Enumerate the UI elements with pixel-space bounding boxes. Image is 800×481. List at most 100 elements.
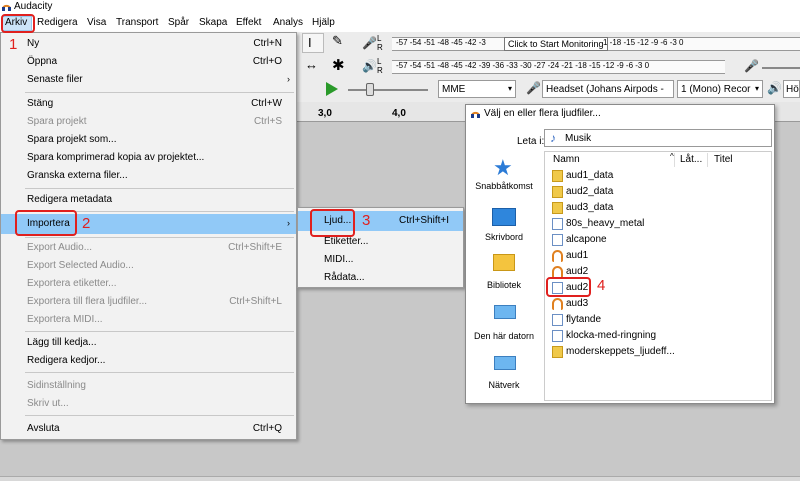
menu-item-spara-projekt: Spara projekt Ctrl+S (27, 116, 282, 127)
menu-item-ny[interactable]: Ny Ctrl+N (1, 35, 296, 53)
menu-item-exportera-midi: Exportera MIDI... (27, 314, 103, 325)
menu-transport[interactable]: Transport (116, 17, 158, 28)
place-den-har-datorn[interactable]: Den här datorn (470, 331, 538, 341)
menu-item-export-audio: Export Audio... Ctrl+Shift+E (27, 242, 282, 253)
menu-item-radata[interactable]: Rådata... (298, 269, 463, 287)
column-namn[interactable]: Namn (553, 154, 580, 165)
output-device-select[interactable]: Hö (783, 80, 800, 98)
menu-item-redigera-kedjor[interactable]: Redigera kedjor... (1, 352, 296, 370)
window-title: Audacity (14, 1, 53, 12)
place-snabbatkomst[interactable]: Snabbåtkomst (470, 181, 538, 191)
meter-channel-label-2: LR (377, 57, 383, 75)
audio-host-select[interactable]: MME ▾ (438, 80, 516, 98)
chevron-right-icon-2: › (287, 218, 290, 228)
timeline-tick-4: 4,0 (392, 108, 406, 119)
menu-item-lagg-till-kedja[interactable]: Lägg till kedja... (1, 334, 296, 352)
monitor-tooltip: Click to Start Monitoring (504, 37, 608, 51)
envelope-tool-button[interactable]: ✎ (328, 33, 348, 53)
output-device-value: Hö (786, 84, 799, 95)
menu-item-export-selected: Export Selected Audio... (27, 260, 134, 271)
record-meter-ticks-right: 1 -18 -15 -12 -9 -6 -3 0 (603, 38, 684, 47)
folder-icon (552, 186, 563, 198)
annotation-box-aud2 (546, 277, 591, 297)
title-bar: Audacity (0, 0, 800, 15)
menu-item-oppna[interactable]: Öppna Ctrl+O (1, 53, 296, 71)
column-divider-2 (707, 153, 708, 167)
playback-meter-ticks: -57 -54 -51 -48 -45 -42 -39 -36 -33 -30 … (396, 61, 650, 70)
menu-analys[interactable]: Analys (273, 17, 303, 28)
annotation-box-ljud (310, 209, 355, 237)
folder-icon (552, 202, 563, 214)
ibeam-icon: I (308, 35, 312, 50)
menu-separator-6 (25, 372, 294, 373)
channels-select[interactable]: 1 (Mono) Recor ▾ (677, 80, 763, 98)
record-meter-ticks: -57 -54 -51 -48 -45 -42 -3 (396, 38, 486, 47)
menu-item-exportera-etiketter: Exportera etiketter... (27, 278, 117, 289)
place-bibliotek[interactable]: Bibliotek (470, 280, 538, 290)
annotation-box-importera (15, 210, 77, 236)
audio-file-icon (552, 234, 563, 246)
menu-item-stang[interactable]: Stäng Ctrl+W (1, 95, 296, 113)
microphone-icon: 🎤 (362, 36, 377, 50)
menu-skapa[interactable]: Skapa (199, 17, 227, 28)
archive-file-icon (552, 346, 563, 358)
input-device-select[interactable]: Headset (Johans Airpods - (542, 80, 674, 98)
selection-tool-button[interactable]: I (302, 33, 324, 53)
open-file-dialog: Välj en eller flera ljudfiler... Leta i:… (465, 104, 775, 404)
timeline-tick-3: 3,0 (318, 108, 332, 119)
menu-item-sidinstallning: Sidinställning (27, 380, 86, 391)
menu-item-granska-externa[interactable]: Granska externa filer... (1, 167, 296, 185)
arkiv-menu: Ny Ctrl+N Öppna Ctrl+O Senaste filer › Stän… (0, 32, 297, 440)
folder-icon (552, 170, 563, 182)
menu-separator-7 (25, 415, 294, 416)
menu-item-avsluta[interactable]: Avsluta Ctrl+Q (1, 420, 296, 438)
audacity-project-icon (552, 250, 563, 262)
menu-redigera[interactable]: Redigera (37, 17, 78, 28)
menu-item-skriv-ut: Skriv ut... (27, 398, 69, 409)
audacity-logo-icon (2, 4, 11, 11)
menu-bar: Arkiv Redigera Visa Transport Spår Skapa… (0, 15, 800, 32)
annotation-label-1: 1 (9, 36, 18, 53)
annotation-label-3: 3 (362, 212, 371, 229)
menu-separator-5 (25, 331, 294, 332)
playback-speed-slider[interactable] (348, 89, 428, 91)
play-at-speed-button[interactable] (324, 80, 340, 98)
menu-spar[interactable]: Spår (168, 17, 189, 28)
look-in-label: Leta i: (517, 136, 545, 147)
slider-thumb[interactable] (366, 83, 374, 96)
look-in-select[interactable]: ♪ Musik (544, 129, 772, 147)
multi-tool-button[interactable]: ✱ (328, 56, 348, 76)
input-device-value: Headset (Johans Airpods - (546, 84, 664, 95)
record-volume-slider[interactable] (762, 67, 800, 69)
place-natverk[interactable]: Nätverk (470, 380, 538, 390)
menu-item-redigera-metadata[interactable]: Redigera metadata (1, 191, 296, 209)
menu-item-midi[interactable]: MIDI... (298, 251, 463, 269)
menu-visa[interactable]: Visa (87, 17, 106, 28)
microphone-small-icon: 🎤 (526, 81, 541, 95)
status-bar (0, 476, 800, 481)
dialog-title: Välj en eller flera ljudfiler... (484, 108, 601, 119)
menu-item-exportera-flera: Exportera till flera ljudfiler... Ctrl+Sh… (27, 296, 282, 307)
menu-effekt[interactable]: Effekt (236, 17, 261, 28)
menu-item-senaste-filer[interactable]: Senaste filer › (1, 71, 296, 89)
menu-hjalp[interactable]: Hjälp (312, 17, 335, 28)
meter-channel-label: LR (377, 34, 383, 52)
audacity-project-icon (552, 298, 563, 310)
chevron-down-icon-2: ▾ (754, 84, 759, 93)
menu-item-spara-projekt-som[interactable]: Spara projekt som... (1, 131, 296, 149)
microphone-volume-icon: 🎤 (744, 59, 759, 73)
channels-value: 1 (Mono) Recor (681, 84, 751, 95)
desktop-icon (492, 208, 516, 226)
menu-separator-4 (25, 237, 294, 238)
library-icon (493, 254, 515, 271)
place-skrivbord[interactable]: Skrivbord (470, 232, 538, 242)
look-in-value: Musik (565, 133, 592, 144)
audio-host-value: MME (442, 84, 466, 95)
column-lat[interactable]: Låt... (680, 154, 702, 165)
column-titel[interactable]: Titel (714, 154, 733, 165)
star-icon: ★ (493, 155, 513, 180)
asterisk-icon: ✱ (332, 57, 345, 74)
chevron-right-icon: › (287, 74, 290, 84)
zoom-tool-button[interactable]: ↔ (302, 56, 324, 76)
menu-item-spara-komprimerad[interactable]: Spara komprimerad kopia av projektet... (1, 149, 296, 167)
